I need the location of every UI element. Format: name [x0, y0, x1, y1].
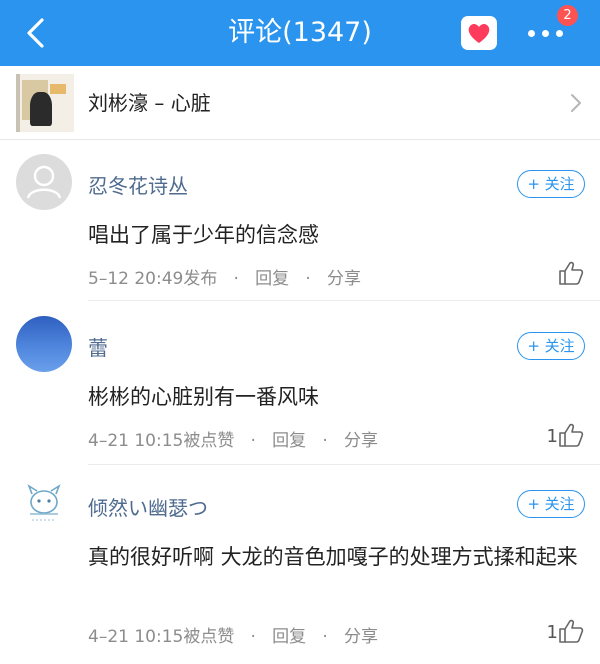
more-dot-icon: [528, 30, 535, 37]
username[interactable]: 忍冬花诗丛: [88, 170, 188, 199]
song-row[interactable]: 刘彬濠 – 心脏: [0, 66, 600, 140]
reply-button[interactable]: 回复: [272, 627, 306, 647]
divider: [88, 464, 600, 465]
heart-message-button[interactable]: [461, 16, 497, 50]
share-button[interactable]: 分享: [344, 431, 378, 451]
comment-time: 4–21 10:15被点赞: [88, 431, 235, 451]
follow-button[interactable]: + 关注: [517, 490, 585, 518]
avatar[interactable]: [16, 316, 72, 372]
thumbs-up-icon[interactable]: [558, 422, 584, 448]
comment-text: 真的很好听啊 大龙的音色加嘎子的处理方式揉和起来: [88, 545, 578, 569]
comment-text: 彬彬的心脏别有一番风味: [88, 385, 319, 409]
like-count: 1: [546, 622, 558, 643]
more-dot-icon: [556, 30, 563, 37]
album-cover: [16, 74, 74, 132]
comment-text: 唱出了属于少年的信念感: [88, 223, 319, 247]
avatar[interactable]: [16, 478, 72, 534]
reply-button[interactable]: 回复: [272, 431, 306, 451]
more-dot-icon: [542, 30, 549, 37]
username[interactable]: 蕾: [88, 332, 108, 361]
thumbs-up-icon[interactable]: [558, 260, 584, 286]
comment-time: 4–21 10:15被点赞: [88, 627, 235, 647]
notification-badge: 2: [557, 5, 578, 26]
page-title: 评论(1347): [228, 17, 372, 48]
heart-icon: [468, 23, 490, 46]
top-bar: 评论(1347) 2: [0, 0, 600, 66]
divider: [88, 300, 600, 301]
username[interactable]: 倾然い幽瑟つ: [88, 492, 208, 521]
cartoon-avatar-icon: [27, 484, 61, 521]
comment-time: 5–12 20:49发布: [88, 269, 218, 289]
reply-button[interactable]: 回复: [255, 269, 289, 289]
share-button[interactable]: 分享: [327, 269, 361, 289]
follow-button[interactable]: + 关注: [517, 332, 585, 360]
comment-meta: 4–21 10:15被点赞 · 回复 · 分享: [88, 627, 378, 647]
song-title: 刘彬濠 – 心脏: [88, 91, 211, 115]
thumbs-up-icon[interactable]: [558, 618, 584, 644]
comment-meta: 5–12 20:49发布 · 回复 · 分享: [88, 269, 361, 289]
follow-button[interactable]: + 关注: [517, 170, 585, 198]
share-button[interactable]: 分享: [344, 627, 378, 647]
comment-meta: 4–21 10:15被点赞 · 回复 · 分享: [88, 431, 378, 451]
like-count: 1: [546, 426, 558, 447]
user-placeholder-icon: [26, 165, 62, 199]
avatar[interactable]: [16, 154, 72, 210]
chevron-right-icon: [571, 94, 581, 112]
